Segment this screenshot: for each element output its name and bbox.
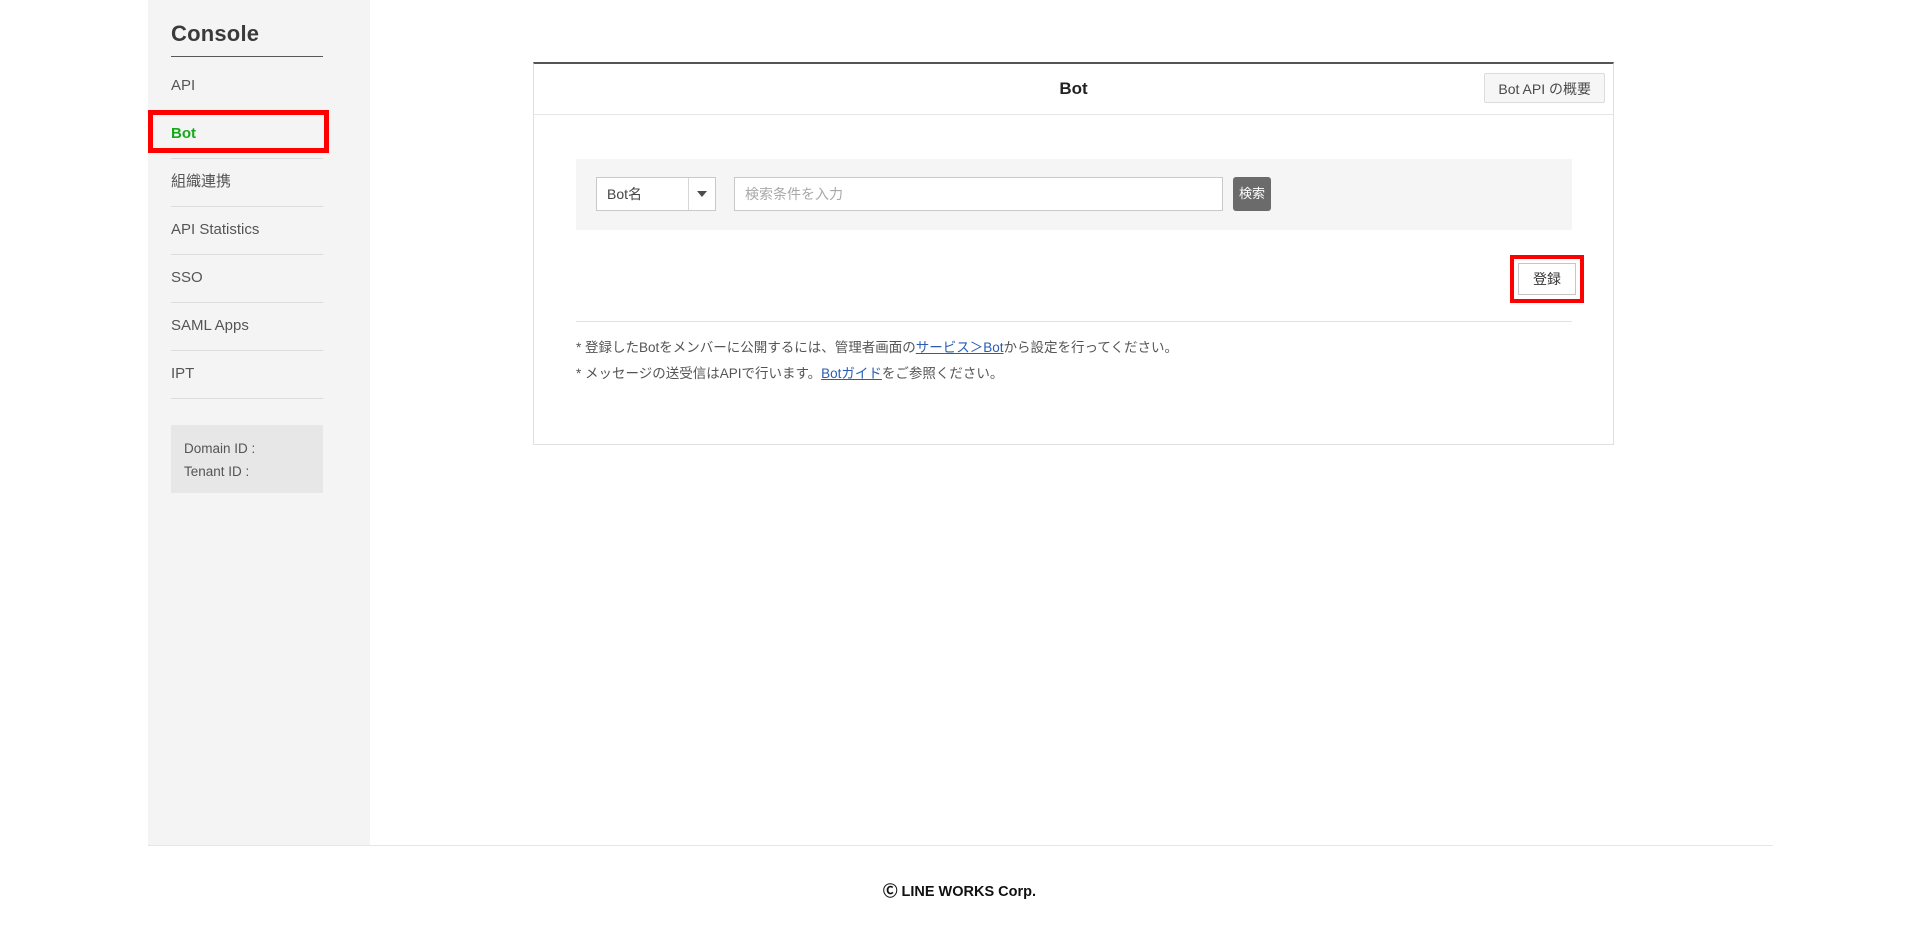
note-suffix: をご参照ください。	[881, 366, 1004, 381]
sidebar-nav-bottom-divider	[171, 398, 323, 399]
footer-divider	[148, 845, 1773, 846]
panel-header: Bot Bot API の概要	[534, 64, 1613, 115]
sidebar-item-label: API	[171, 77, 196, 94]
note-suffix: から設定を行ってください。	[1003, 340, 1178, 355]
sidebar-title: Console	[171, 21, 260, 46]
caret-shape	[697, 191, 707, 197]
footer-copyright: Ⓒ LINE WORKS Corp.	[882, 884, 1037, 900]
sidebar-item-organization-link[interactable]: 組織連携	[148, 158, 370, 206]
sidebar-item-api[interactable]: API	[148, 62, 370, 110]
bot-api-overview-button[interactable]: Bot API の概要	[1484, 73, 1605, 103]
sidebar-item-saml-apps[interactable]: SAML Apps	[148, 302, 370, 350]
note-item: * 登録したBotをメンバーに公開するには、管理者画面のサービス＞Botから設定…	[576, 335, 1572, 361]
sidebar-item-api-statistics[interactable]: API Statistics	[148, 206, 370, 254]
domain-id-label: Domain ID :	[184, 441, 256, 456]
bot-panel: Bot Bot API の概要 Bot名 検索 登録 * 登録したBotをメンバ…	[533, 62, 1614, 445]
note-link-service-bot[interactable]: サービス＞Bot	[916, 340, 1004, 355]
sidebar-item-label: SSO	[171, 269, 203, 286]
search-bar: Bot名 検索	[576, 159, 1572, 230]
search-button[interactable]: 検索	[1233, 177, 1271, 211]
sidebar-item-bot[interactable]: Bot	[148, 110, 370, 158]
search-input[interactable]	[734, 177, 1223, 211]
notes-list: * 登録したBotをメンバーに公開するには、管理者画面のサービス＞Botから設定…	[576, 335, 1572, 387]
sidebar-nav: API Bot 組織連携 API Statistics SSO SAML App…	[148, 62, 370, 399]
page-title: Bot	[1059, 79, 1088, 98]
note-item: * メッセージの送受信はAPIで行います。Botガイドをご参照ください。	[576, 361, 1572, 387]
page-root: Console API Bot 組織連携 API Statistics SSO …	[0, 0, 1919, 945]
search-field-select[interactable]: Bot名	[596, 177, 716, 211]
sidebar-title-divider	[171, 56, 323, 57]
note-link-bot-guide[interactable]: Botガイド	[821, 366, 882, 381]
notes-divider	[576, 321, 1572, 322]
sidebar: Console API Bot 組織連携 API Statistics SSO …	[148, 0, 370, 845]
sidebar-item-label: IPT	[171, 365, 195, 382]
sidebar-item-label: API Statistics	[171, 221, 260, 238]
note-prefix: * 登録したBotをメンバーに公開するには、管理者画面の	[576, 340, 916, 355]
sidebar-item-sso[interactable]: SSO	[148, 254, 370, 302]
search-field-select-value: Bot名	[607, 186, 643, 202]
note-prefix: * メッセージの送受信はAPIで行います。	[576, 366, 822, 381]
sidebar-item-ipt[interactable]: IPT	[148, 350, 370, 398]
tenant-id-label: Tenant ID :	[184, 464, 250, 479]
register-button[interactable]: 登録	[1518, 263, 1576, 295]
sidebar-item-label: Bot	[171, 125, 196, 142]
tenant-info-box: Domain ID : Tenant ID :	[171, 425, 323, 493]
chevron-down-icon[interactable]	[688, 178, 715, 210]
sidebar-item-label: 組織連携	[171, 173, 232, 190]
sidebar-item-label: SAML Apps	[171, 317, 249, 334]
